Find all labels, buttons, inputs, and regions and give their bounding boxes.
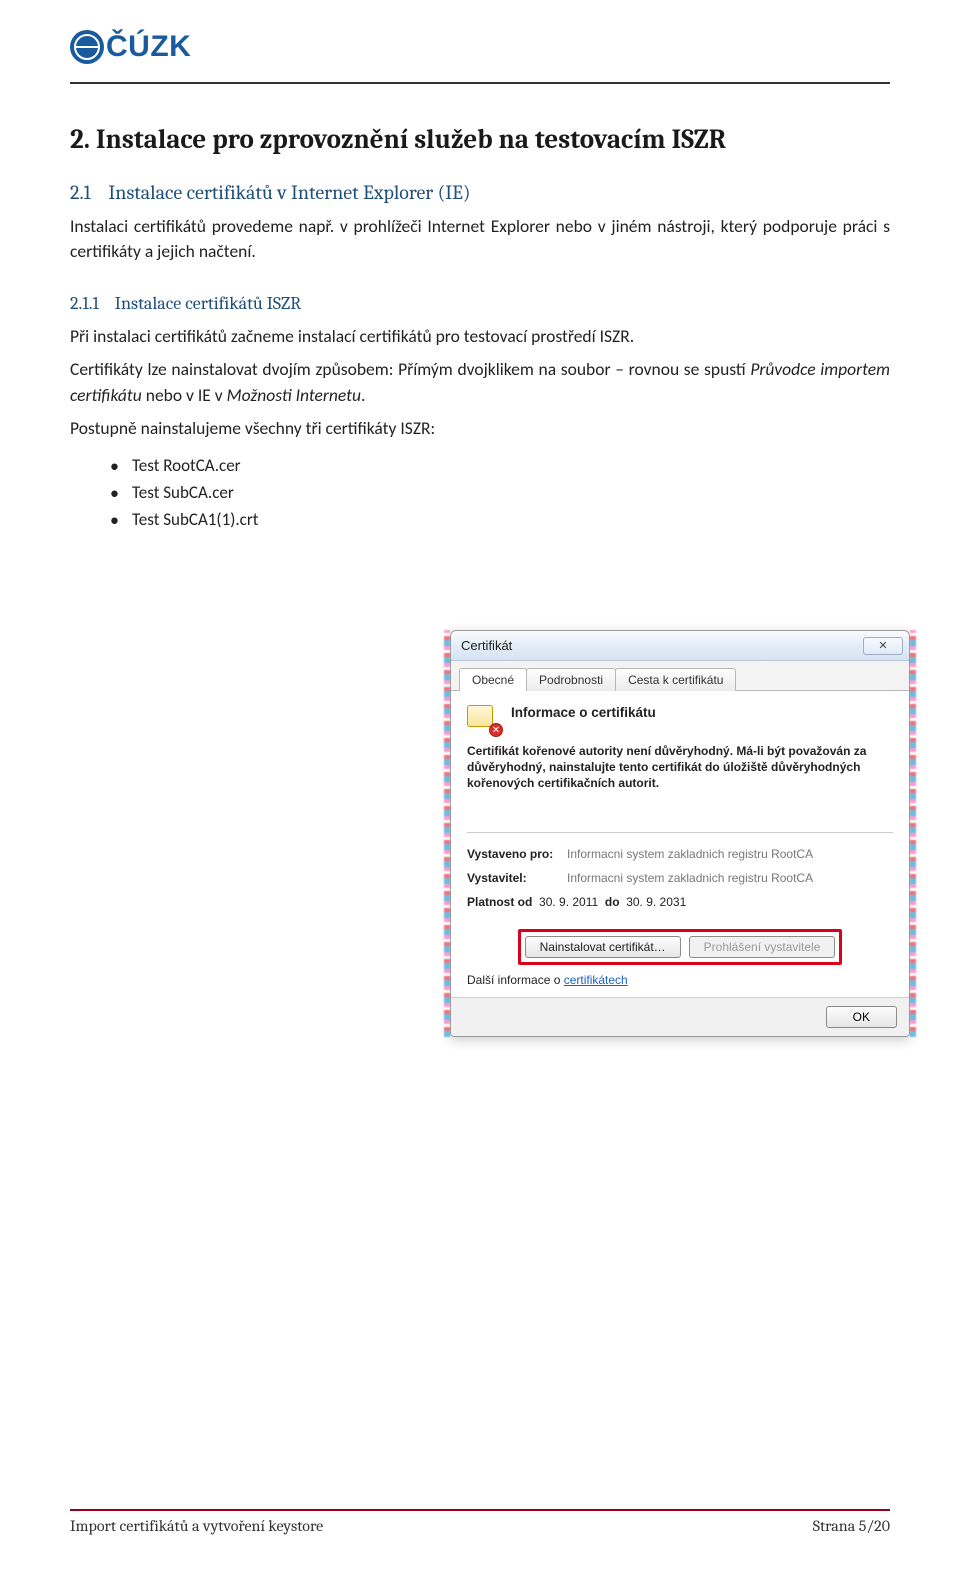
certificate-file-list: Test RootCA.cer Test SubCA.cer Test SubC… [110, 455, 890, 530]
certificate-error-icon: ✕ [467, 705, 501, 735]
brand-logo: ČÚZK [70, 30, 890, 64]
dialog-titlebar: Certifikát ✕ [451, 631, 909, 661]
subsection-heading: 2.1 Instalace certifikátů v Internet Exp… [70, 181, 890, 204]
header-rule [70, 82, 890, 84]
more-info-prefix: Další informace o [467, 973, 564, 987]
valid-from-label: Platnost od [467, 895, 532, 909]
certificate-dialog: Certifikát ✕ Obecné Podrobnosti Cesta k … [450, 630, 910, 1037]
certificate-info-title: Informace o certifikátu [511, 705, 656, 720]
tab-details[interactable]: Podrobnosti [526, 668, 616, 691]
tab-general[interactable]: Obecné [459, 668, 527, 691]
paragraph: Při instalaci certifikátů začneme instal… [70, 324, 890, 349]
issuer-label: Vystavitel: [467, 871, 567, 885]
subsection-title: Instalace certifikátů v Internet Explore… [108, 181, 470, 204]
decorative-stripe [910, 630, 916, 1037]
issuer-row: Vystavitel: Informacni system zakladnich… [467, 871, 893, 885]
dialog-tabs: Obecné Podrobnosti Cesta k certifikátu [451, 661, 909, 691]
validity-row: Platnost od 30. 9. 2011 do 30. 9. 2031 [467, 895, 893, 909]
paragraph: Certifikáty lze nainstalovat dvojím způs… [70, 357, 890, 408]
globe-icon [70, 30, 104, 64]
close-icon: ✕ [878, 639, 887, 652]
valid-from-value: 30. 9. 2011 [539, 895, 598, 909]
certificates-help-link[interactable]: certifikátech [564, 973, 628, 987]
more-info-text: Další informace o certifikátech [467, 973, 893, 987]
issuer-value: Informacni system zakladnich registru Ro… [567, 871, 893, 885]
logo-text: ČÚZK [106, 30, 191, 64]
valid-to-label: do [605, 895, 620, 909]
issued-to-row: Vystaveno pro: Informacni system zakladn… [467, 847, 893, 861]
subsubsection-heading: 2.1.1 Instalace certifikátů ISZR [70, 293, 890, 314]
close-button[interactable]: ✕ [863, 637, 903, 655]
list-item: Test SubCA.cer [110, 482, 890, 503]
subsubsection-number: 2.1.1 [70, 293, 99, 314]
certificate-info-header: ✕ Informace o certifikátu [467, 705, 893, 735]
issued-to-value: Informacni system zakladnich registru Ro… [567, 847, 893, 861]
text-run: . [361, 384, 365, 406]
list-item: Test SubCA1(1).crt [110, 509, 890, 530]
separator [467, 832, 893, 833]
valid-to-value: 30. 9. 2031 [626, 895, 686, 909]
install-certificate-button[interactable]: Nainstalovat certifikát… [525, 936, 681, 958]
certificate-dialog-screenshot: Certifikát ✕ Obecné Podrobnosti Cesta k … [450, 630, 910, 1037]
list-item: Test RootCA.cer [110, 455, 890, 476]
section-heading: 2. Instalace pro zprovoznění služeb na t… [70, 124, 890, 155]
tab-cert-path[interactable]: Cesta k certifikátu [615, 668, 736, 691]
subsection-number: 2.1 [70, 181, 91, 204]
section-title: Instalace pro zprovoznění služeb na test… [96, 124, 726, 155]
paragraph: Postupně nainstalujeme všechny tři certi… [70, 416, 890, 441]
text-run-italic: Možnosti Internetu [227, 384, 361, 406]
decorative-stripe [444, 630, 450, 1037]
dialog-body: ✕ Informace o certifikátu Certifikát koř… [451, 691, 909, 997]
footer-right: Strana 5/20 [813, 1517, 890, 1535]
section-number: 2. [70, 124, 90, 155]
certificate-warning-text: Certifikát kořenové autority není důvěry… [467, 743, 893, 792]
paragraph: Instalaci certifikátů provedeme např. v … [70, 214, 890, 265]
issuer-statement-button: Prohlášení vystavitele [689, 936, 836, 958]
page-footer: Import certifikátů a vytvoření keystore … [70, 1509, 890, 1535]
install-button-highlight: Nainstalovat certifikát… Prohlášení vyst… [518, 929, 843, 965]
subsubsection-title: Instalace certifikátů ISZR [115, 293, 301, 314]
dialog-title: Certifikát [461, 638, 512, 653]
text-run: Certifikáty lze nainstalovat dvojím způs… [70, 358, 750, 380]
text-run: nebo v IE v [142, 384, 227, 406]
footer-left: Import certifikátů a vytvoření keystore [70, 1517, 323, 1535]
issued-to-label: Vystaveno pro: [467, 847, 567, 861]
dialog-footer: OK [451, 997, 909, 1036]
ok-button[interactable]: OK [826, 1006, 897, 1028]
